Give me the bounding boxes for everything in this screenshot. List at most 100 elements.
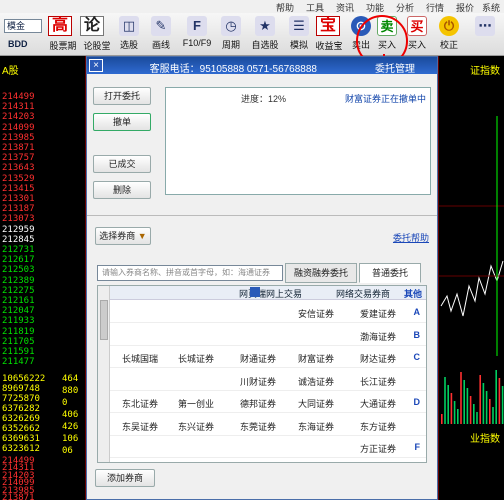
broker-item[interactable]: 东方证券 [360,420,396,433]
open-order-button[interactable]: 打开委托 [93,87,151,105]
broker-item[interactable]: 诚浩证券 [298,375,334,388]
volume-bar [473,404,475,424]
more-icon: ⋯ [475,16,495,36]
broker-item[interactable]: 长江证券 [360,375,396,388]
scrollbar-thumb[interactable] [100,300,108,340]
draw-line-label: 画线 [151,40,170,50]
calibrate-button[interactable]: ⏻ 校正 [434,15,464,53]
broker-item[interactable]: 德邦证券 [240,397,276,410]
volume-side-value: 06 [62,446,73,456]
volume-bar [492,407,494,424]
volume-value: 10656222 [2,374,46,384]
broker-item[interactable]: 财达证券 [360,352,396,365]
broker-row: A 爱建证券 安信证券 [110,302,426,323]
broker-list-header: 其他 网络交易券商 网页端网上交易 [110,286,426,300]
broker-item[interactable]: 东吴证券 [122,420,158,433]
broker-list-scrollbar[interactable] [98,286,110,462]
broker-item[interactable]: 第一创业 [178,397,214,410]
tab-margin-order[interactable]: 融资融券委托 [285,263,357,283]
broker-item[interactable]: 财富证券 [298,352,334,365]
order-progress: 进度：12% [240,94,286,104]
order-row[interactable]: 财富证券正在撤单中 进度：12% [170,92,426,107]
volume-value: 7725870 [2,394,40,404]
volume-side-value: 106 [62,434,79,444]
broker-item[interactable]: 东兴证券 [178,420,214,433]
delete-button[interactable]: 删除 [93,181,151,199]
quote-value: 213643 [2,163,35,174]
broker-row-letter: B [413,329,421,340]
simulate-label: 模拟 [289,40,308,50]
broker-row-letter: F [414,442,421,452]
f10-button[interactable]: F F10/F9 [182,15,212,53]
dialog-titlebar: 委托管理 客服电话：95105888 0571-56768888 × [87,57,437,75]
quote-value: 214203 [2,112,35,123]
treasure-button[interactable]: 宝 [316,16,340,36]
index-chart: 证指数 业指数 [438,56,504,500]
broker-item[interactable]: 爱建证券 [360,307,396,320]
broker-item[interactable]: 东海证券 [298,420,334,433]
volume-bar [447,385,449,424]
broker-row: B 渤海证券 [110,325,426,346]
quote-value: 212047 [2,306,35,317]
period-button[interactable]: ◷ 周期 [216,15,246,53]
discuss-hall-label: 论股堂 [83,41,111,51]
more-button[interactable]: ⋯ [470,15,500,53]
dropdown-icon: ▼ [137,231,147,241]
quote-value: 211819 [2,326,35,337]
period-label: 周期 [221,40,240,50]
watchlist-button[interactable]: ★ 自选股 [250,15,280,53]
add-broker-button[interactable]: 添加券商 [95,469,155,487]
close-button[interactable]: × [89,59,103,72]
quote-value: 212161 [2,296,35,306]
star-icon: ★ [255,16,275,36]
order-manager-dialog: 委托管理 客服电话：95105888 0571-56768888 × 打开委托 … [86,56,438,500]
quote-value: 213415 [2,183,35,194]
tab-normal-order[interactable]: 普通委托 [359,263,421,283]
volume-bar [485,391,488,424]
broker-item[interactable]: 大通证券 [360,397,396,410]
quote-value: 213529 [2,173,35,184]
order-status-text: 财富证券正在撤单中 [344,94,426,104]
broker-item[interactable]: 川财证券 [240,375,276,388]
broker-list: 其他 网络交易券商 网页端网上交易 A 爱建证券 安信证券 B 渤海证券 C 财达证券 财富证… [97,285,427,463]
quote-value: 211705 [2,336,35,347]
select-stock-button[interactable]: ◫ 选股 [114,15,144,53]
account-select[interactable]: 模金 [4,19,42,33]
volume-side-value: 426 [62,422,79,432]
broker-row: 长江证券 诚浩证券 川财证券 [110,370,426,391]
broker-item[interactable]: 长城国瑞 [122,352,158,365]
broker-item[interactable]: 东莞证券 [240,420,276,433]
list-header-other[interactable]: 其他 [404,287,422,300]
broker-item[interactable]: 东北证券 [122,397,158,410]
f10-label: F10/F9 [182,38,212,48]
broker-item[interactable]: 安信证券 [298,307,334,320]
select-broker-label: 选择券商 [99,231,136,241]
volume-side-value: 880 [62,386,79,396]
volume-value: 6326269 [2,414,40,424]
simulate-button[interactable]: ☰ 模拟 [284,15,314,53]
broker-item[interactable]: 大同证券 [298,397,334,410]
quote-value: 214311 [2,102,35,113]
volume-bar [479,375,481,424]
broker-row-letter: D [413,397,421,407]
simulate-icon: ☰ [289,16,309,36]
volume-value: 6352662 [2,424,40,434]
select-broker-button[interactable]: 选择券商 ▼ [95,227,151,245]
legend-icon [250,287,260,297]
volume-bar [469,396,472,424]
cancel-order-button[interactable]: 撤单 [93,113,151,131]
high-button[interactable]: 高 [48,16,72,36]
broker-item[interactable]: 方正证券 [360,442,396,455]
broker-search-input[interactable]: 请输入券商名称、拼音或首字母，如：海通证券 [97,265,283,281]
discuss-button[interactable]: 论 [80,16,104,36]
quote-value: 213073 [2,214,35,225]
draw-line-button[interactable]: ✎ 画线 [146,15,176,53]
broker-item[interactable]: 渤海证券 [360,330,396,343]
volume-bar [460,372,462,424]
broker-item[interactable]: 长城证券 [178,352,214,365]
already-filled-button[interactable]: 已成交 [93,155,151,173]
order-help-link[interactable]: 委托帮助 [393,231,429,244]
buy-red-icon: 买 [407,16,427,36]
f10-icon: F [187,16,207,36]
broker-item[interactable]: 财通证券 [240,352,276,365]
